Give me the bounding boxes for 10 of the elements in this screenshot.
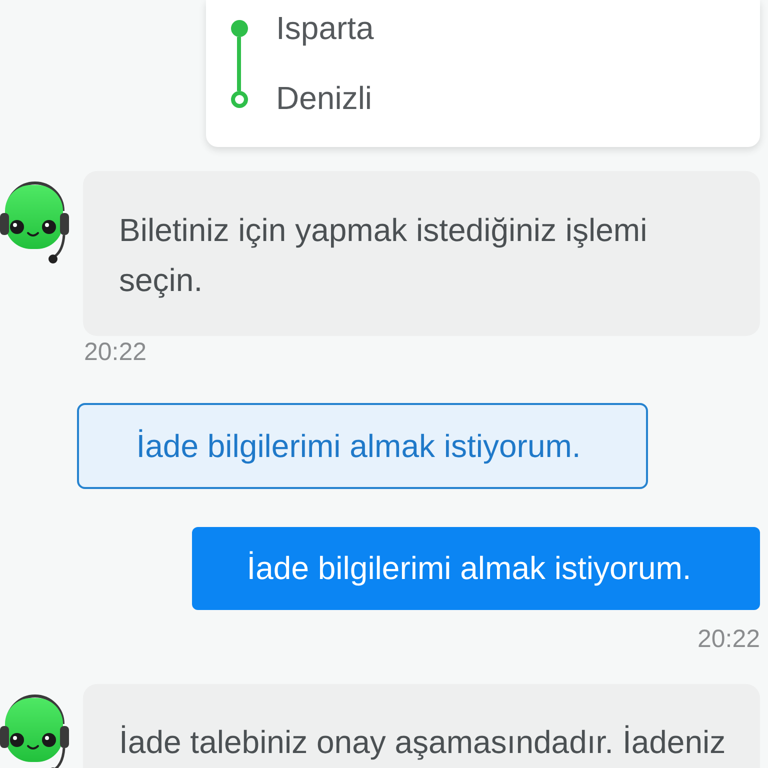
user-message: İade bilgilerimi almak istiyorum. (192, 527, 760, 610)
city-name: Denizli (276, 79, 374, 118)
message-time: 20:22 (84, 339, 147, 365)
reply-option-button[interactable]: İade bilgilerimi almak istiyorum. (77, 403, 648, 489)
hollow-dot-icon (230, 91, 248, 108)
bot-message: İade talebiniz onay aşamasındadır. İadeniz (83, 684, 760, 768)
bot-message: Biletiniz için yapmak istediğiniz işlemi seçin. (83, 171, 760, 336)
filled-dot-icon (230, 20, 248, 37)
message-time: 20:22 (697, 626, 760, 652)
city-name: Isparta (276, 9, 374, 48)
